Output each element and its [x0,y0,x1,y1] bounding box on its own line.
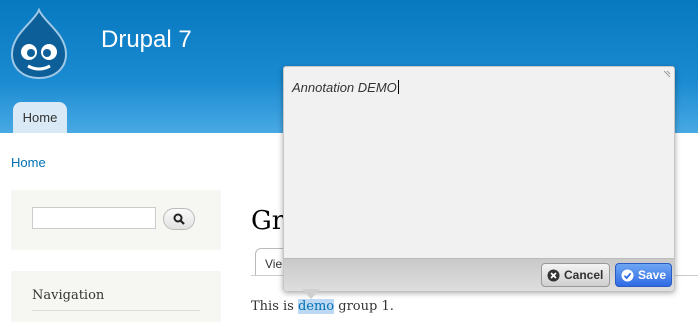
search-icon [173,213,185,225]
text-caret [397,80,399,94]
body-text-after: group 1. [334,299,394,314]
close-circle-icon [547,269,560,282]
annotation-text: Annotation DEMO [292,80,397,95]
tab-home[interactable]: Home [13,102,67,133]
annotation-textarea[interactable]: Annotation DEMO [292,80,399,95]
popup-pointer [302,289,320,299]
save-button[interactable]: Save [615,263,672,287]
highlighted-text[interactable]: demo [297,299,335,314]
navigation-title: Navigation [32,288,105,303]
body-text: This is demo group 1. [251,299,394,314]
cancel-label: Cancel [564,268,604,282]
site-name[interactable]: Drupal 7 [101,26,192,54]
cancel-button[interactable]: Cancel [541,263,610,287]
navigation-block: Navigation [11,271,221,322]
divider [32,310,200,311]
search-input[interactable] [32,207,156,229]
breadcrumb-home-link[interactable]: Home [11,155,46,170]
body-text-before: This is [251,299,298,314]
save-label: Save [638,268,667,282]
search-block [11,190,221,250]
annotation-popup: Annotation DEMO Cancel Save [283,66,675,291]
annotation-controls: Cancel Save [284,258,674,291]
drupal-logo-icon[interactable] [8,8,70,80]
check-circle-icon [621,269,634,282]
search-button[interactable] [163,208,195,230]
page-title: Gr [251,206,285,236]
breadcrumb: Home [11,155,46,170]
resize-handle-icon[interactable] [663,70,671,78]
